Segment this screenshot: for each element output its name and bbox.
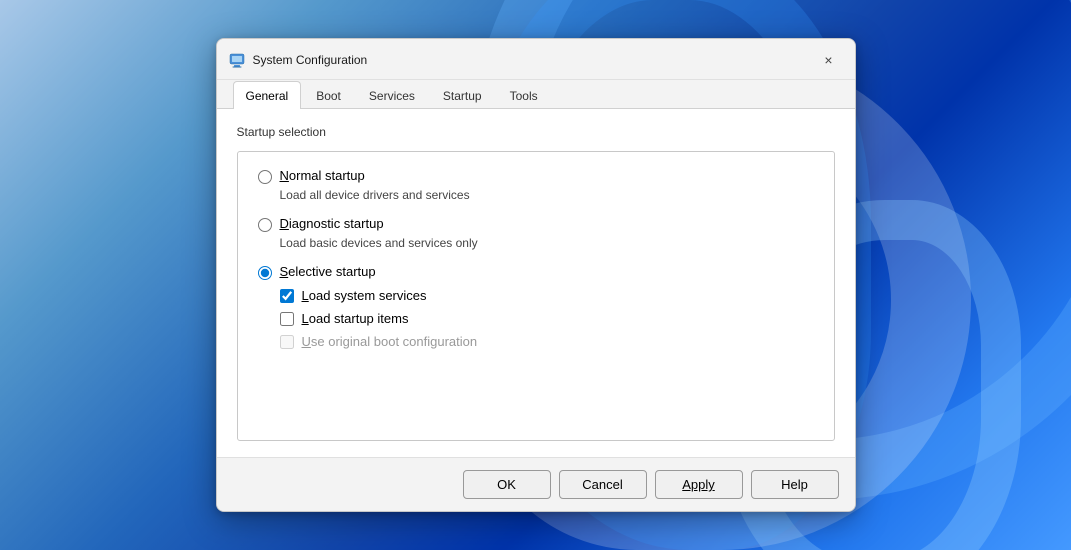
selective-startup-label[interactable]: Selective startup xyxy=(280,264,376,279)
diagnostic-startup-desc: Load basic devices and services only xyxy=(280,236,814,250)
use-original-boot-checkbox[interactable] xyxy=(280,335,294,349)
title-bar-left: System Configuration xyxy=(229,52,368,68)
selective-startup-item: Selective startup xyxy=(258,264,814,280)
use-original-boot-label: Use original boot configuration xyxy=(302,334,478,349)
dialog-title: System Configuration xyxy=(253,53,368,67)
tab-startup[interactable]: Startup xyxy=(430,81,495,109)
diagnostic-startup-group: Diagnostic startup Load basic devices an… xyxy=(258,216,814,250)
tab-tools[interactable]: Tools xyxy=(497,81,551,109)
apply-button[interactable]: Apply xyxy=(655,470,743,499)
startup-selection-box: Normal startup Load all device drivers a… xyxy=(237,151,835,441)
help-button[interactable]: Help xyxy=(751,470,839,499)
footer: OK Cancel Apply Help xyxy=(217,457,855,511)
load-system-services-checkbox[interactable] xyxy=(280,289,294,303)
tab-general[interactable]: General xyxy=(233,81,302,109)
dialog-overlay: System Configuration × General Boot Serv… xyxy=(0,0,1071,550)
system-configuration-dialog: System Configuration × General Boot Serv… xyxy=(216,38,856,512)
sub-options: Load system services Load startup items xyxy=(280,288,814,349)
tab-boot[interactable]: Boot xyxy=(303,81,354,109)
diagnostic-startup-label[interactable]: Diagnostic startup xyxy=(280,216,384,231)
normal-startup-item: Normal startup xyxy=(258,168,814,184)
load-system-services-label[interactable]: Load system services xyxy=(302,288,427,303)
use-original-boot-item: Use original boot configuration xyxy=(280,334,814,349)
dialog-icon xyxy=(229,52,245,68)
selective-startup-radio[interactable] xyxy=(258,266,272,280)
load-startup-items-label[interactable]: Load startup items xyxy=(302,311,409,326)
ok-button[interactable]: OK xyxy=(463,470,551,499)
tab-services[interactable]: Services xyxy=(356,81,428,109)
normal-startup-label[interactable]: Normal startup xyxy=(280,168,365,183)
title-bar: System Configuration × xyxy=(217,39,855,80)
normal-startup-radio[interactable] xyxy=(258,170,272,184)
section-title: Startup selection xyxy=(237,125,835,139)
load-system-services-item: Load system services xyxy=(280,288,814,303)
load-startup-items-checkbox[interactable] xyxy=(280,312,294,326)
load-startup-items-item: Load startup items xyxy=(280,311,814,326)
tab-bar: General Boot Services Startup Tools xyxy=(217,80,855,109)
normal-startup-desc: Load all device drivers and services xyxy=(280,188,814,202)
cancel-button[interactable]: Cancel xyxy=(559,470,647,499)
close-button[interactable]: × xyxy=(815,49,843,71)
selective-startup-group: Selective startup Load system services xyxy=(258,264,814,349)
diagnostic-startup-radio[interactable] xyxy=(258,218,272,232)
diagnostic-startup-item: Diagnostic startup xyxy=(258,216,814,232)
content-area: Startup selection Normal startup Load al… xyxy=(217,109,855,457)
normal-startup-group: Normal startup Load all device drivers a… xyxy=(258,168,814,202)
